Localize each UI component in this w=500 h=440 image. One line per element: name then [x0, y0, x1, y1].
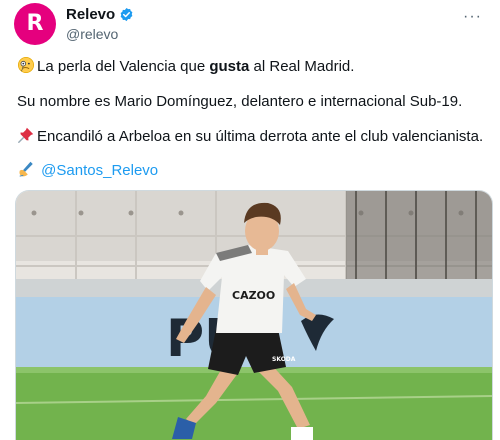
shorts-sponsor-text: SKODA [272, 356, 296, 363]
tweet-line-1-bold: gusta [209, 58, 250, 75]
handle[interactable]: @relevo [66, 26, 134, 42]
more-options-icon[interactable]: ··· [463, 8, 482, 26]
tweet-line-4: @Santos_Relevo [17, 160, 158, 181]
tweet-photo[interactable]: PU SKODA CAZOO [15, 190, 493, 440]
tweet-line-2: Su nombre es Mario Domínguez, delantero … [17, 93, 463, 110]
pushpin-emoji [18, 127, 34, 143]
tweet-line-3-text: Encandiló a Arbeloa en su última derrota… [37, 128, 484, 145]
author-mention-link[interactable]: @Santos_Relevo [41, 162, 158, 179]
tweet-line-3: Encandiló a Arbeloa en su última derrota… [17, 126, 483, 147]
shirt-sponsor-text: CAZOO [232, 289, 275, 302]
monocle-face-emoji [17, 56, 35, 74]
tweet-header: R Relevo @relevo ··· [14, 2, 486, 46]
avatar-logo: R [26, 11, 44, 36]
author-block: Relevo @relevo [66, 4, 134, 42]
display-name-row: Relevo [66, 4, 134, 24]
tweet-line-1: La perla del Valencia que gusta al Real … [17, 56, 354, 77]
display-name[interactable]: Relevo [66, 6, 115, 23]
avatar[interactable]: R [14, 3, 56, 45]
tweet-line-1-end: al Real Madrid. [249, 58, 355, 75]
player-photo: PU SKODA CAZOO [16, 191, 492, 440]
verified-badge-icon[interactable] [119, 7, 134, 22]
writing-hand-emoji [19, 161, 33, 177]
tweet-line-1-start: La perla del Valencia que [37, 58, 210, 75]
